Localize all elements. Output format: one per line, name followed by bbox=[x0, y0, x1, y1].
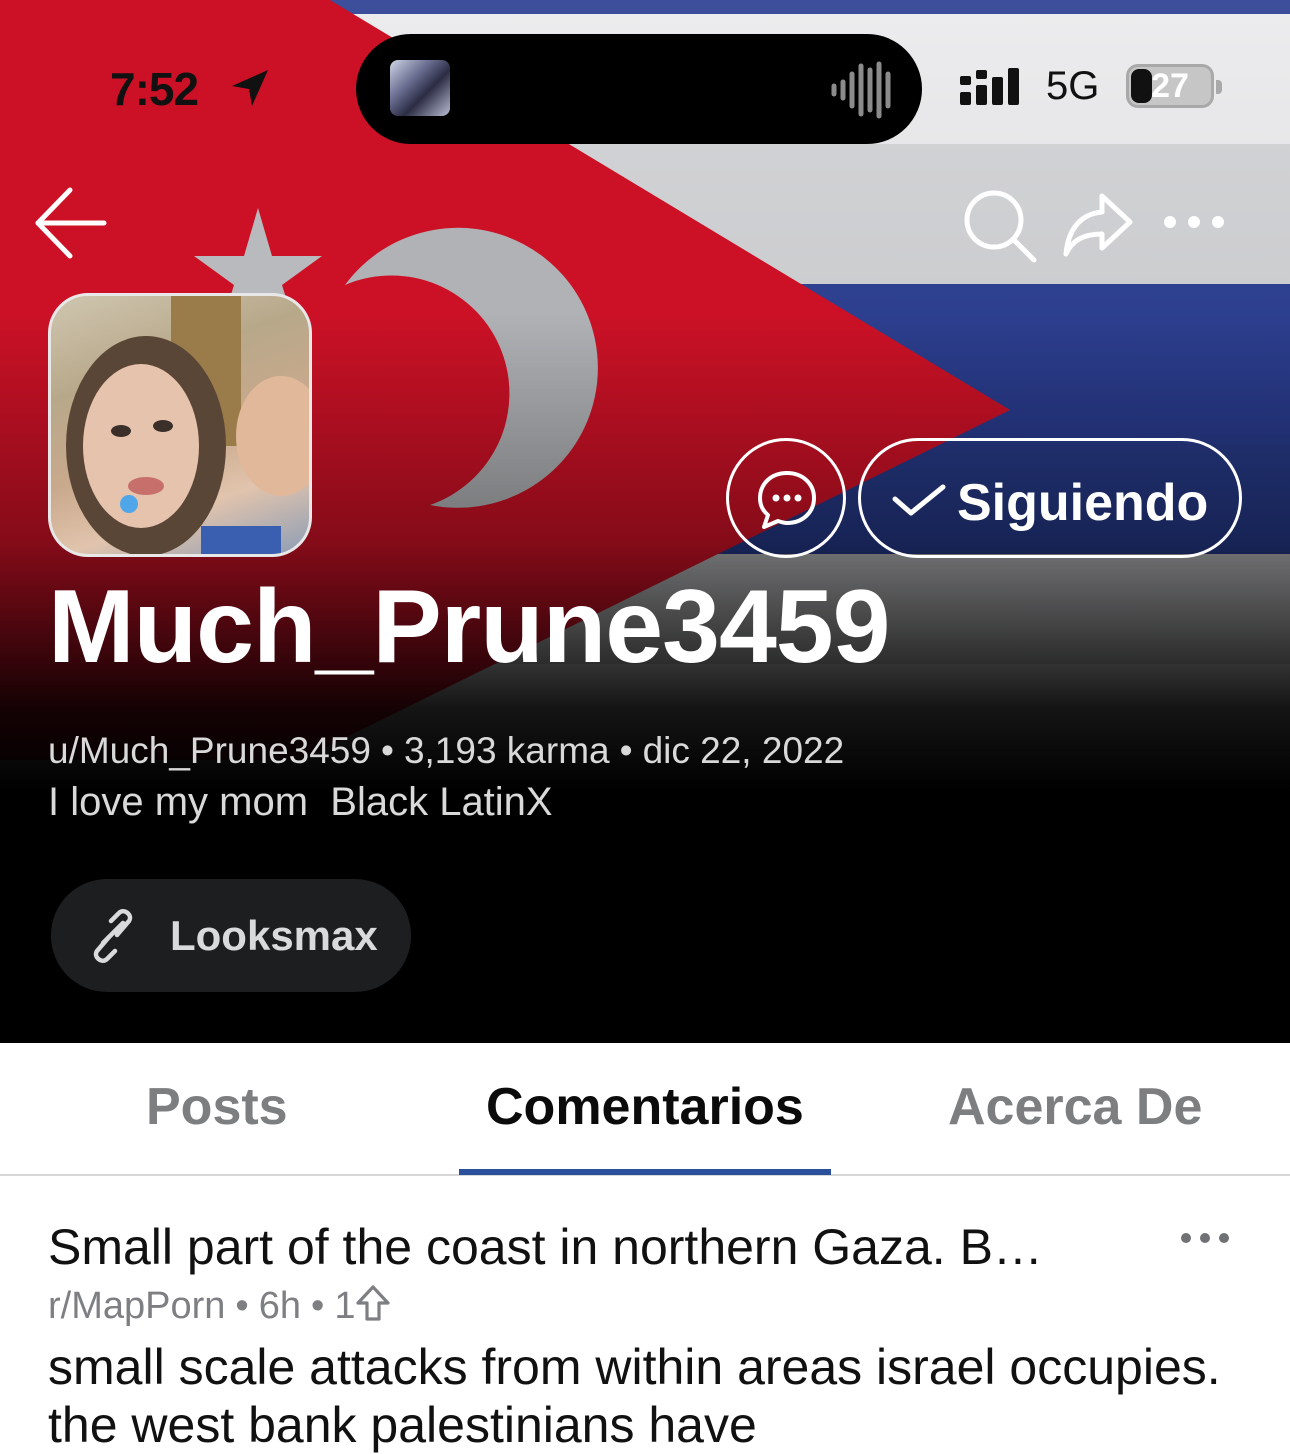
battery-indicator: 27 bbox=[1126, 64, 1214, 108]
comment-body: small scale attacks from within areas is… bbox=[48, 1339, 1221, 1453]
comment-subreddit[interactable]: r/MapPorn bbox=[48, 1285, 225, 1327]
location-arrow-icon bbox=[232, 70, 268, 106]
profile-display-name: Much_Prune3459 bbox=[48, 569, 890, 685]
social-link-label: Looksmax bbox=[170, 912, 378, 959]
profile-meta: u/Much_Prune3459 • 3,193 karma • dic 22, 202… bbox=[48, 730, 845, 771]
now-playing-artwork bbox=[390, 60, 450, 116]
status-time: 7:52 bbox=[110, 63, 199, 115]
upvote-icon bbox=[356, 1285, 391, 1321]
dynamic-island[interactable] bbox=[356, 34, 922, 144]
network-type: 5G bbox=[1046, 64, 1100, 108]
profile-bio: I love my mom Black LatinX bbox=[48, 780, 553, 824]
avatar[interactable] bbox=[48, 293, 312, 557]
chat-bubble-icon bbox=[758, 471, 816, 529]
active-tab-indicator bbox=[459, 1169, 831, 1175]
audio-waveform-icon bbox=[831, 61, 891, 119]
avatar-photo bbox=[66, 296, 309, 554]
social-link-button[interactable]: Looksmax bbox=[51, 879, 411, 992]
tab-comments[interactable]: Comentarios bbox=[486, 1077, 804, 1137]
battery-percent: 27 bbox=[1151, 67, 1189, 105]
profile-tabs: Posts Comentarios Acerca De bbox=[0, 1043, 1290, 1176]
profile-join-date: dic 22, 2022 bbox=[642, 730, 845, 771]
more-options-icon[interactable] bbox=[1162, 212, 1226, 232]
cellular-signal-icon bbox=[960, 68, 1019, 105]
comment-score: 1 bbox=[334, 1285, 356, 1327]
profile-karma: 3,193 karma bbox=[403, 730, 610, 771]
link-icon bbox=[93, 909, 133, 963]
comment-post-title[interactable]: Small part of the coast in northern Gaza… bbox=[48, 1218, 1043, 1276]
list-item[interactable]: Small part of the coast in northern Gaza… bbox=[0, 1178, 1290, 1454]
comment-age: 6h bbox=[258, 1285, 301, 1327]
checkmark-icon bbox=[892, 484, 946, 516]
back-arrow-icon[interactable] bbox=[34, 186, 108, 260]
chat-button[interactable] bbox=[726, 438, 846, 558]
profile-username[interactable]: u/Much_Prune3459 bbox=[48, 730, 371, 771]
comment-meta: r/MapPorn • 6h • 1 bbox=[48, 1284, 391, 1328]
tab-about[interactable]: Acerca De bbox=[948, 1077, 1202, 1137]
comment-more-icon[interactable] bbox=[1180, 1230, 1230, 1246]
search-icon[interactable] bbox=[962, 188, 1038, 264]
following-button[interactable]: Siguiendo bbox=[858, 438, 1242, 558]
tab-posts[interactable]: Posts bbox=[146, 1077, 288, 1137]
share-icon[interactable] bbox=[1062, 190, 1134, 258]
following-button-label: Siguiendo bbox=[957, 474, 1209, 532]
